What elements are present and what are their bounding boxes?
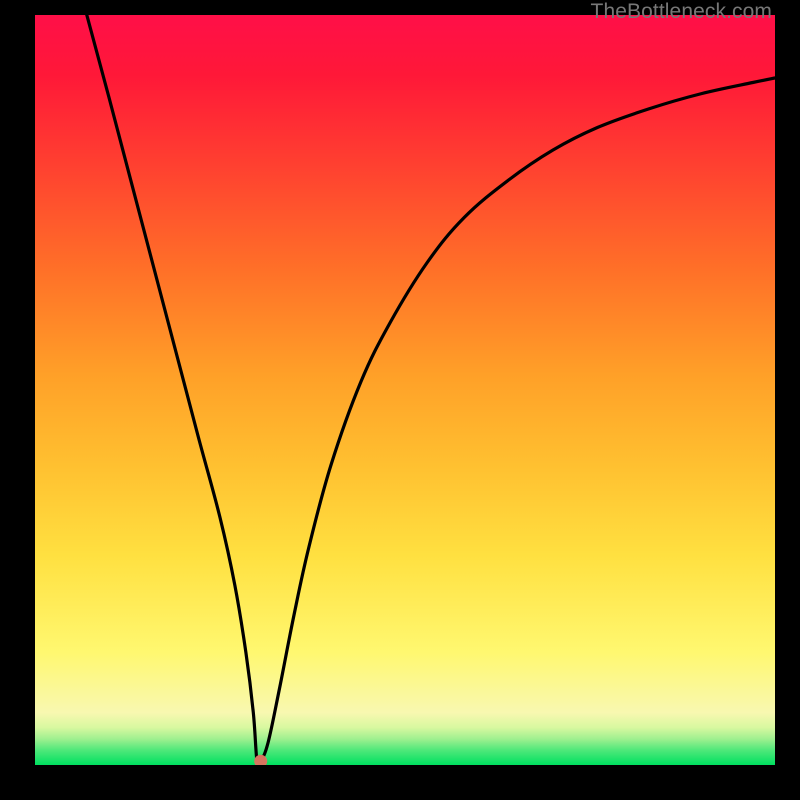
- chart-frame: TheBottleneck.com: [0, 0, 800, 800]
- plot-area: [35, 15, 775, 765]
- watermark-text: TheBottleneck.com: [591, 0, 772, 24]
- bottleneck-curve: [87, 15, 775, 765]
- curve-layer: [35, 15, 775, 765]
